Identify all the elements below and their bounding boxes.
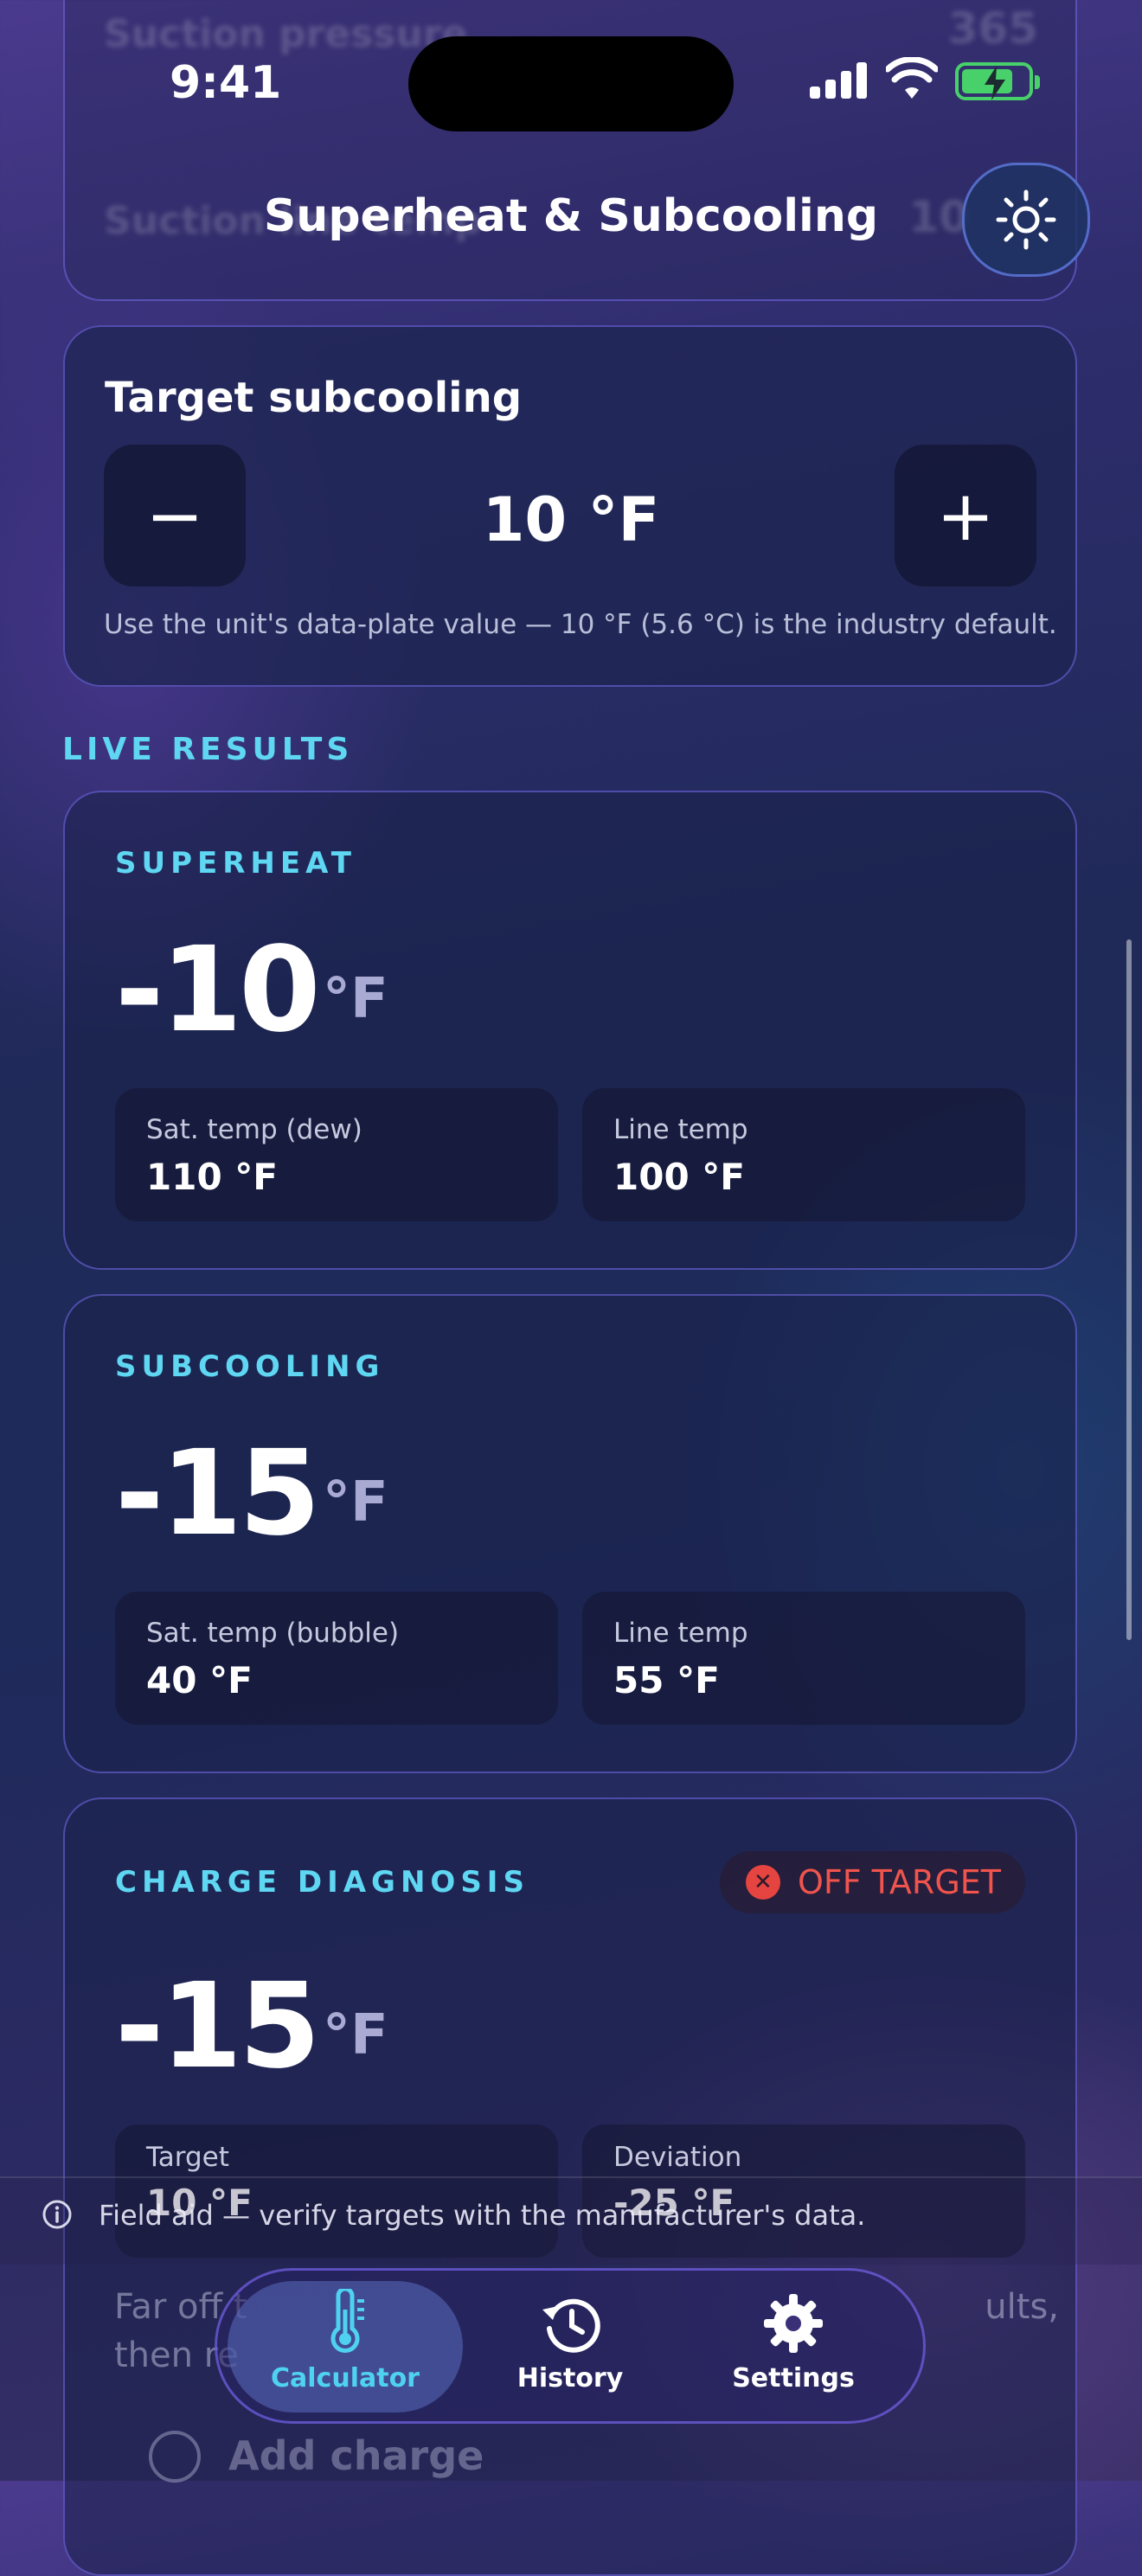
superheat-title: SUPERHEAT — [115, 846, 356, 881]
add-charge-icon — [149, 2431, 201, 2483]
tab-calculator-label: Calculator — [271, 2363, 420, 2393]
sat-temp-label: Sat. temp (bubble) — [146, 1618, 400, 1649]
error-icon: ✕ — [745, 1865, 780, 1900]
history-icon — [542, 2298, 600, 2353]
info-icon — [42, 2200, 72, 2229]
superheat-value: -10 — [115, 922, 321, 1059]
tab-calculator[interactable]: Calculator — [228, 2281, 463, 2413]
ghost-advice-text-3: ults, — [985, 2287, 1059, 2327]
sun-icon — [996, 189, 1056, 250]
thermometer-icon — [330, 2289, 364, 2353]
status-badge-label: OFF TARGET — [797, 1863, 1001, 1901]
line-temp-value: 100 °F — [613, 1156, 745, 1198]
target-hint: Use the unit's data-plate value — 10 °F … — [104, 609, 1057, 640]
theme-toggle-button[interactable] — [962, 163, 1090, 277]
battery-icon — [955, 62, 1040, 100]
tab-history-label: History — [516, 2363, 624, 2393]
diagnosis-value: -15 — [115, 1958, 321, 2095]
superheat-unit: °F — [323, 967, 388, 1031]
tab-history[interactable]: History — [452, 2281, 688, 2413]
status-badge: ✕ OFF TARGET — [719, 1851, 1025, 1913]
diagnosis-unit: °F — [323, 2003, 388, 2067]
subcooling-sat-temp-tile: Sat. temp (bubble) 40 °F — [115, 1592, 558, 1725]
ghost-suction-pressure-value: 365 — [947, 3, 1038, 54]
sat-temp-value: 40 °F — [146, 1659, 253, 1701]
dynamic-island — [408, 36, 734, 131]
scrollbar[interactable] — [1126, 939, 1132, 1640]
subcooling-card: SUBCOOLING -15 °F Sat. temp (bubble) 40 … — [63, 1294, 1077, 1773]
increase-target-button[interactable]: + — [895, 445, 1036, 586]
status-time: 9:41 — [170, 57, 282, 109]
line-temp-value: 55 °F — [613, 1659, 720, 1701]
sat-temp-value: 110 °F — [146, 1156, 278, 1198]
tab-settings-label: Settings — [732, 2363, 855, 2393]
disclaimer-text: Field aid — verify targets with the manu… — [99, 2199, 866, 2232]
wifi-icon — [886, 57, 938, 99]
deviation-label: Deviation — [613, 2142, 742, 2173]
superheat-card: SUPERHEAT -10 °F Sat. temp (dew) 110 °F … — [63, 791, 1077, 1270]
sat-temp-label: Sat. temp (dew) — [146, 1114, 362, 1145]
line-temp-label: Line temp — [613, 1114, 748, 1145]
subcooling-unit: °F — [323, 1471, 388, 1535]
superheat-sat-temp-tile: Sat. temp (dew) 110 °F — [115, 1088, 558, 1221]
ghost-suction-pressure-label: Suction pressure — [104, 12, 468, 56]
charge-diagnosis-title: CHARGE DIAGNOSIS — [115, 1865, 529, 1900]
subcooling-title: SUBCOOLING — [115, 1349, 385, 1384]
tab-settings[interactable]: Settings — [676, 2281, 911, 2413]
subcooling-value: -15 — [115, 1426, 321, 1562]
target-subcooling-label: Target subcooling — [105, 374, 523, 422]
disclaimer-bar: Field aid — verify targets with the manu… — [0, 2176, 1142, 2265]
ghost-add-charge: Add charge — [228, 2432, 484, 2479]
target-label: Target — [146, 2142, 229, 2173]
line-temp-label: Line temp — [613, 1618, 748, 1649]
superheat-line-temp-tile: Line temp 100 °F — [582, 1088, 1025, 1221]
tab-bar: Calculator History Settings — [215, 2268, 926, 2424]
cellular-signal-icon — [810, 61, 869, 99]
gear-icon — [764, 2294, 823, 2353]
live-results-heading: LIVE RESULTS — [62, 732, 354, 767]
subcooling-line-temp-tile: Line temp 55 °F — [582, 1592, 1025, 1725]
